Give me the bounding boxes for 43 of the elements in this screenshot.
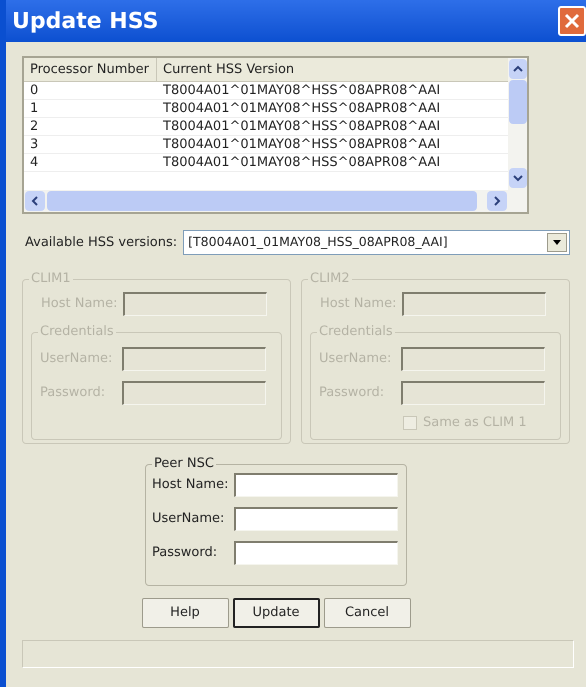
text-field[interactable]: [234, 541, 398, 565]
dialog-button[interactable]: Update: [232, 598, 320, 628]
scroll-left-button[interactable]: [25, 191, 45, 211]
vertical-scrollbar[interactable]: [508, 58, 527, 212]
field-label: Password:: [152, 544, 218, 562]
table-cell-text: T8004A01^01MAY08^HSS^08APR08^AAI: [162, 154, 442, 171]
window-title: Update HSS: [12, 8, 158, 36]
host-name-field[interactable]: [123, 292, 267, 316]
column-header[interactable]: Processor Number: [24, 58, 157, 81]
host-name-field[interactable]: [402, 292, 546, 316]
scroll-thumb[interactable]: [47, 191, 477, 211]
dropdown-button[interactable]: [547, 233, 567, 252]
close-button[interactable]: [558, 6, 586, 36]
table-cell-text: 2: [29, 118, 40, 135]
text-field[interactable]: [234, 473, 398, 497]
field-label: Host Name:: [152, 476, 230, 494]
text-field[interactable]: [234, 507, 398, 531]
scroll-down-button[interactable]: [508, 168, 526, 188]
table-cell-text: T8004A01^01MAY08^HSS^08APR08^AAI: [162, 82, 442, 99]
column-header[interactable]: Current HSS Version: [157, 58, 508, 81]
table-cell-text: T8004A01^01MAY08^HSS^08APR08^AAI: [162, 136, 442, 153]
username-field[interactable]: [401, 347, 545, 371]
table-cell-text: T8004A01^01MAY08^HSS^08APR08^AAI: [162, 100, 442, 117]
table-cell-text: 4: [29, 154, 40, 171]
horizontal-scrollbar[interactable]: [24, 190, 508, 212]
caret-icon: [553, 240, 561, 245]
table-cell-text: 0: [29, 82, 40, 99]
username-field[interactable]: [122, 347, 266, 371]
table-cell-text: 1: [29, 100, 40, 117]
dialog-button[interactable]: Cancel: [324, 598, 410, 628]
scroll-thumb[interactable]: [508, 80, 526, 124]
field-label: UserName:: [152, 510, 226, 528]
versions-label: Available HSS versions:: [25, 234, 178, 252]
password-field[interactable]: [122, 381, 266, 405]
close-icon: [564, 13, 580, 29]
table-cell-text: T8004A01^01MAY08^HSS^08APR08^AAI: [162, 118, 442, 135]
dialog-button[interactable]: Help: [142, 598, 228, 628]
versions-dropdown[interactable]: [T8004A01_01MAY08_HSS_08APR08_AAI]: [183, 230, 570, 255]
scroll-right-button[interactable]: [487, 191, 507, 211]
table-cell-text: 3: [29, 136, 40, 153]
dropdown-value: [T8004A01_01MAY08_HSS_08APR08_AAI]: [188, 233, 449, 252]
scroll-up-button[interactable]: [508, 59, 526, 79]
password-field[interactable]: [401, 381, 545, 405]
